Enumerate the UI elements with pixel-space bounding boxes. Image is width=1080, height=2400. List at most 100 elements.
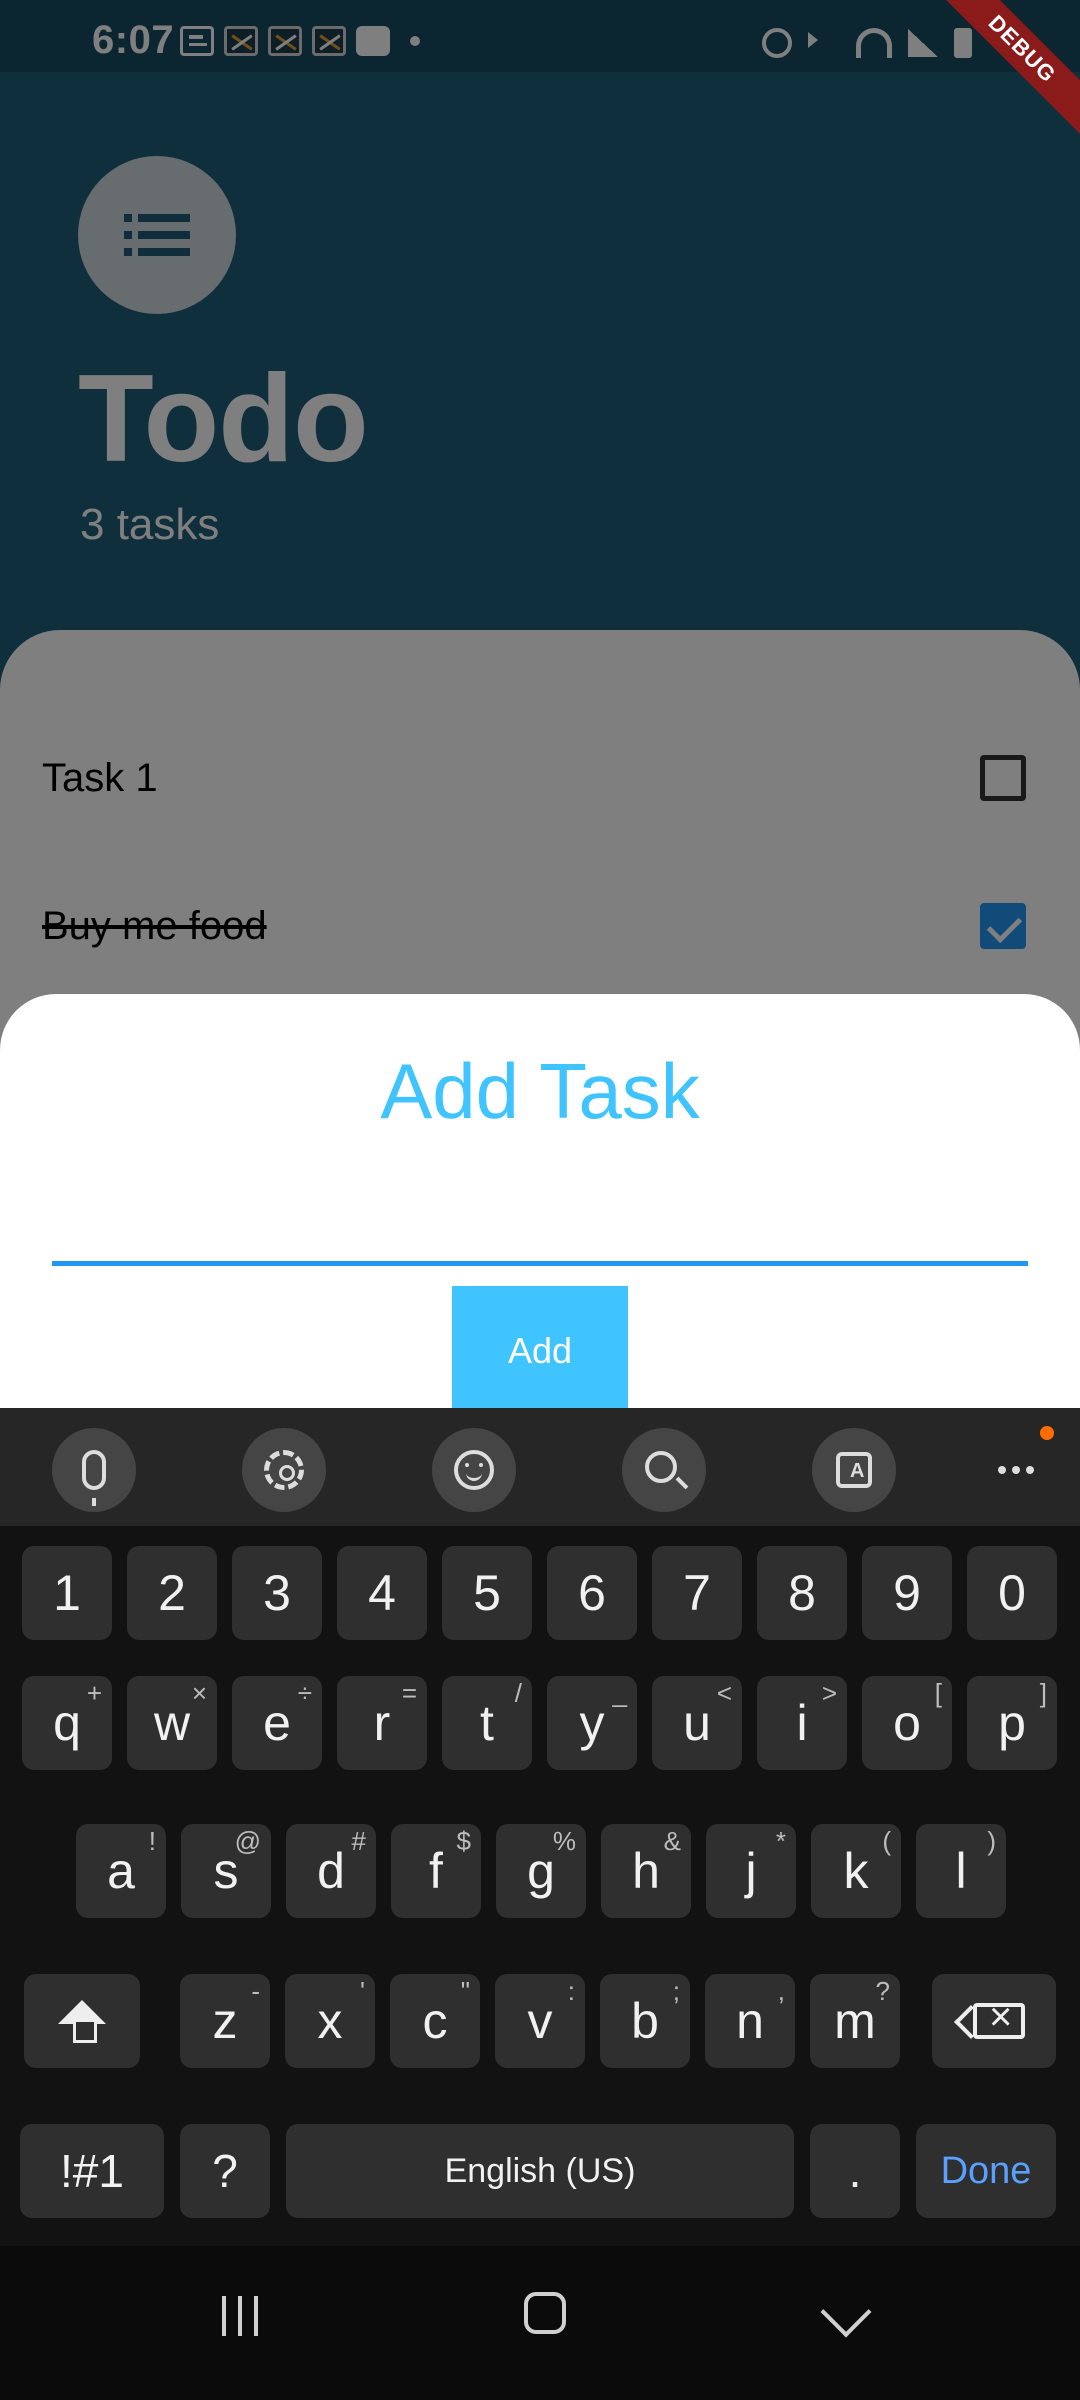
key-label: a bbox=[107, 1843, 135, 1899]
key-y[interactable]: y _ bbox=[547, 1676, 637, 1770]
key-label: r bbox=[373, 1695, 391, 1751]
key-label: f bbox=[429, 1843, 443, 1899]
key-j[interactable]: j * bbox=[706, 1824, 796, 1918]
key-label: c bbox=[422, 1993, 448, 2049]
key-secondary-label: & bbox=[663, 1826, 681, 1856]
key-secondary-label: ? bbox=[875, 1976, 890, 2006]
key-label: 0 bbox=[998, 1565, 1026, 1621]
shift-key[interactable] bbox=[24, 1974, 140, 2068]
key-label: h bbox=[632, 1843, 660, 1899]
search-icon bbox=[645, 1451, 677, 1483]
translate-button[interactable] bbox=[812, 1428, 896, 1512]
key-m[interactable]: m? bbox=[810, 1974, 900, 2068]
add-button[interactable]: Add bbox=[452, 1286, 628, 1416]
key-secondary-label: ; bbox=[672, 1976, 680, 2006]
key-label: m bbox=[834, 1993, 876, 2049]
keyboard-settings-button[interactable] bbox=[242, 1428, 326, 1512]
keyboard: 1234567890 q + w × e ÷ r = t / y _ u < i > o[p] a! s @ d # f $… bbox=[0, 1526, 1080, 2246]
key-label: z bbox=[212, 1993, 238, 2049]
key-a[interactable]: a! bbox=[76, 1824, 166, 1918]
key-v[interactable]: v: bbox=[495, 1974, 585, 2068]
key-3[interactable]: 3 bbox=[232, 1546, 322, 1640]
task-input[interactable] bbox=[52, 1182, 1028, 1266]
key-secondary-label: ] bbox=[1039, 1678, 1047, 1708]
key-w[interactable]: w × bbox=[127, 1676, 217, 1770]
key-secondary-label: * bbox=[775, 1826, 786, 1856]
key-secondary-label: > bbox=[821, 1678, 837, 1708]
key-1[interactable]: 1 bbox=[22, 1546, 112, 1640]
key-label: y bbox=[579, 1695, 605, 1751]
space-key[interactable]: English (US) bbox=[286, 2124, 794, 2218]
key-u[interactable]: u < bbox=[652, 1676, 742, 1770]
key-secondary-label: " bbox=[460, 1976, 470, 2006]
key-0[interactable]: 0 bbox=[967, 1546, 1057, 1640]
keyboard-search-button[interactable] bbox=[622, 1428, 706, 1512]
key-h[interactable]: h & bbox=[601, 1824, 691, 1918]
key-label: 9 bbox=[893, 1565, 921, 1621]
key-e[interactable]: e ÷ bbox=[232, 1676, 322, 1770]
key-2[interactable]: 2 bbox=[127, 1546, 217, 1640]
key-5[interactable]: 5 bbox=[442, 1546, 532, 1640]
key-o[interactable]: o[ bbox=[862, 1676, 952, 1770]
key-s[interactable]: s @ bbox=[181, 1824, 271, 1918]
hide-keyboard-button[interactable] bbox=[820, 2286, 872, 2338]
key-label: b bbox=[631, 1993, 659, 2049]
key-z[interactable]: z- bbox=[180, 1974, 270, 2068]
key-d[interactable]: d # bbox=[286, 1824, 376, 1918]
key-label: u bbox=[683, 1695, 711, 1751]
emoji-icon bbox=[454, 1450, 494, 1490]
key-label: t bbox=[480, 1695, 494, 1751]
key-secondary-label: < bbox=[716, 1678, 732, 1708]
key-secondary-label: ÷ bbox=[297, 1678, 312, 1708]
recent-apps-button[interactable] bbox=[222, 2296, 262, 2336]
shift-icon bbox=[58, 2000, 106, 2043]
notification-badge bbox=[1040, 1426, 1054, 1440]
key-label: 6 bbox=[578, 1565, 606, 1621]
key-label: n bbox=[736, 1993, 764, 2049]
key-k[interactable]: k( bbox=[811, 1824, 901, 1918]
key-label: 1 bbox=[53, 1565, 81, 1621]
key-9[interactable]: 9 bbox=[862, 1546, 952, 1640]
key-r[interactable]: r = bbox=[337, 1676, 427, 1770]
key-label: d bbox=[317, 1843, 345, 1899]
period-key[interactable]: . bbox=[810, 2124, 900, 2218]
key-q[interactable]: q + bbox=[22, 1676, 112, 1770]
voice-input-button[interactable] bbox=[52, 1428, 136, 1512]
backspace-key[interactable] bbox=[932, 1974, 1056, 2068]
key-secondary-label: # bbox=[351, 1826, 366, 1856]
mic-icon bbox=[82, 1450, 106, 1506]
question-key[interactable]: ? bbox=[180, 2124, 270, 2218]
key-secondary-label: ! bbox=[148, 1826, 156, 1856]
symbols-key[interactable]: !#1 bbox=[20, 2124, 164, 2218]
keyboard-toolbar bbox=[0, 1408, 1080, 1526]
more-options-button[interactable] bbox=[974, 1428, 1058, 1512]
key-secondary-label: + bbox=[86, 1678, 102, 1708]
key-n[interactable]: n, bbox=[705, 1974, 795, 2068]
key-label: v bbox=[527, 1993, 553, 2049]
key-secondary-label: @ bbox=[234, 1826, 261, 1856]
key-i[interactable]: i > bbox=[757, 1676, 847, 1770]
key-x[interactable]: x ' bbox=[285, 1974, 375, 2068]
key-c[interactable]: c " bbox=[390, 1974, 480, 2068]
key-secondary-label: - bbox=[251, 1976, 260, 2006]
key-l[interactable]: l) bbox=[916, 1824, 1006, 1918]
key-p[interactable]: p] bbox=[967, 1676, 1057, 1770]
key-secondary-label: , bbox=[777, 1976, 785, 2006]
done-key[interactable]: Done bbox=[916, 2124, 1056, 2218]
key-g[interactable]: g% bbox=[496, 1824, 586, 1918]
key-f[interactable]: f $ bbox=[391, 1824, 481, 1918]
key-7[interactable]: 7 bbox=[652, 1546, 742, 1640]
key-8[interactable]: 8 bbox=[757, 1546, 847, 1640]
key-secondary-label: % bbox=[552, 1826, 576, 1856]
key-b[interactable]: b; bbox=[600, 1974, 690, 2068]
home-button[interactable] bbox=[524, 2292, 566, 2334]
key-secondary-label: $ bbox=[456, 1826, 471, 1856]
key-label: 7 bbox=[683, 1565, 711, 1621]
sheet-title: Add Task bbox=[380, 1047, 700, 1135]
key-label: g bbox=[527, 1843, 555, 1899]
key-label: x bbox=[317, 1993, 343, 2049]
emoji-button[interactable] bbox=[432, 1428, 516, 1512]
key-4[interactable]: 4 bbox=[337, 1546, 427, 1640]
key-6[interactable]: 6 bbox=[547, 1546, 637, 1640]
key-t[interactable]: t / bbox=[442, 1676, 532, 1770]
